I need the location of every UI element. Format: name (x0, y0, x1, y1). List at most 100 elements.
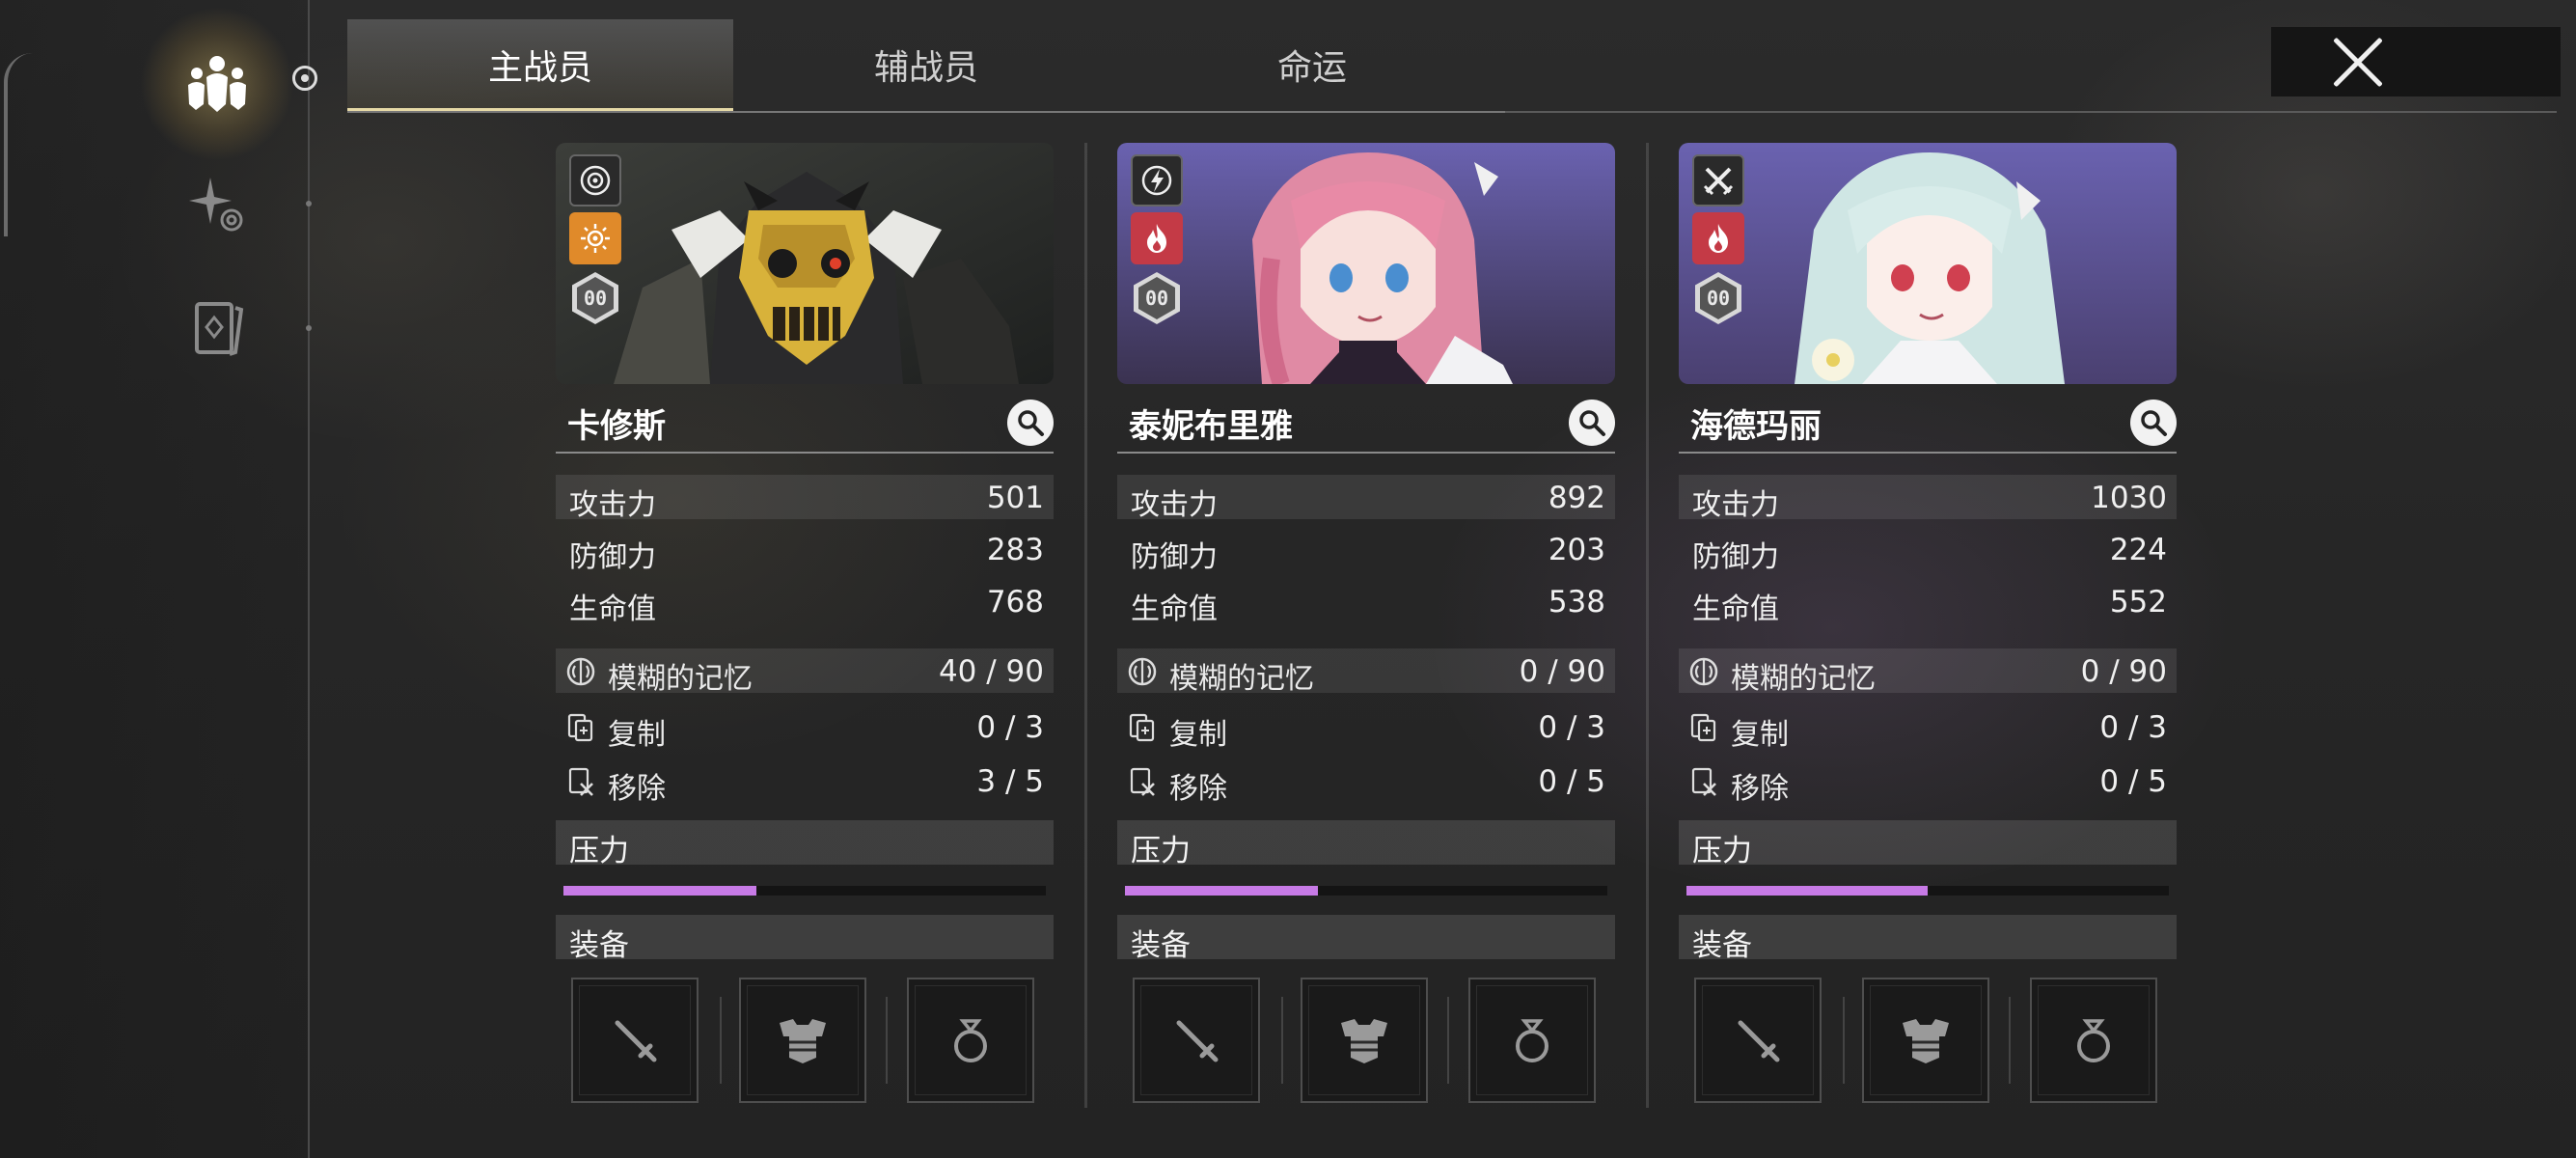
character-portrait[interactable]: 00 (1679, 143, 2177, 384)
magnifier-icon (1018, 410, 1044, 436)
tab-main-members[interactable]: 主战员 (347, 19, 733, 112)
stat-defense: 防御力 203 (1117, 527, 1615, 574)
stat-label: 攻击力 (1692, 488, 1779, 522)
armor-slot[interactable] (1301, 978, 1428, 1103)
armor-slot[interactable] (1862, 978, 1989, 1103)
sword-icon (615, 1020, 657, 1062)
stat-attack: 攻击力 892 (1117, 475, 1615, 522)
card-divider (1646, 143, 1649, 1108)
close-button[interactable] (2271, 27, 2561, 96)
character-card: 00 泰妮布里雅 攻击力 892 防御力 203 生命值 538 模糊的记忆 0 / 9… (1117, 143, 1615, 1108)
weapon-slot[interactable] (571, 978, 699, 1103)
weapon-slot[interactable] (1133, 978, 1260, 1103)
remove-card-icon (1691, 767, 1716, 796)
armor-icon (1341, 1019, 1387, 1063)
edge-decoration (4, 53, 33, 236)
pressure-bar (563, 886, 1046, 896)
stat-label: 复制 (608, 718, 666, 752)
sidebar-team-button[interactable] (140, 7, 294, 161)
character-card: 00 卡修斯 攻击力 501 防御力 283 生命值 768 模糊的记忆 40 / 90… (556, 143, 1054, 1108)
equipment-header: 装备 (1117, 915, 1615, 963)
stat-label: 移除 (1169, 772, 1227, 806)
role-badge (569, 154, 621, 207)
stat-label: 复制 (1169, 718, 1227, 752)
weapon-slot[interactable] (1694, 978, 1822, 1103)
character-card: 00 海德玛丽 攻击力 1030 防御力 224 生命值 552 模糊的记忆 0 / 9… (1679, 143, 2177, 1108)
stat-attack: 攻击力 501 (556, 475, 1054, 522)
stat-memory: 模糊的记忆 0 / 90 (1679, 648, 2177, 696)
sidebar (0, 0, 309, 1158)
stat-copy: 复制 0 / 3 (1117, 704, 1615, 752)
stat-value: 538 (1548, 585, 1605, 620)
magnifier-icon (2141, 410, 2167, 436)
name-row: 卡修斯 (556, 392, 1054, 454)
stat-label: 防御力 (1131, 540, 1218, 574)
sword-icon (1738, 1020, 1780, 1062)
stat-remove: 移除 0 / 5 (1679, 758, 2177, 806)
team-icon (188, 56, 246, 112)
rank-badge: 00 (569, 272, 621, 324)
accessory-slot[interactable] (2030, 978, 2157, 1103)
magnifier-icon (1579, 410, 1605, 436)
lightning-icon (1141, 165, 1172, 196)
copy-card-icon (1690, 713, 1716, 742)
accessory-slot[interactable] (907, 978, 1034, 1103)
character-portrait[interactable]: 00 (556, 143, 1054, 384)
stat-value: 0 / 3 (2099, 710, 2167, 745)
sun-icon (581, 224, 610, 253)
stat-value: 0 / 5 (2099, 764, 2167, 799)
sidebar-cards-button[interactable] (174, 285, 260, 372)
rank-badge: 00 (1131, 272, 1183, 324)
copy-card-icon (1129, 713, 1155, 742)
inspect-button[interactable] (1569, 400, 1615, 446)
card-divider (1084, 143, 1087, 1108)
stat-label: 生命值 (1692, 593, 1779, 626)
character-portrait[interactable]: 00 (1117, 143, 1615, 384)
stat-label: 攻击力 (1131, 488, 1218, 522)
stat-value: 3 / 5 (976, 764, 1044, 799)
element-badge (1692, 212, 1744, 264)
stat-remove: 移除 3 / 5 (556, 758, 1054, 806)
sidebar-dot (306, 325, 312, 331)
tab-support-members[interactable]: 辅战员 (733, 19, 1119, 110)
rank-label: 00 (577, 277, 614, 319)
armor-slot[interactable] (739, 978, 866, 1103)
stat-label: 生命值 (569, 593, 656, 626)
inspect-button[interactable] (2130, 400, 2177, 446)
element-badge (1131, 212, 1183, 264)
inspect-button[interactable] (1007, 400, 1054, 446)
section-label: 压力 (1692, 834, 1752, 868)
character-name: 泰妮布里雅 (1129, 407, 1293, 446)
accessory-slot[interactable] (1468, 978, 1596, 1103)
stat-label: 移除 (1731, 772, 1789, 806)
stat-hp: 生命值 768 (556, 579, 1054, 626)
stat-value: 0 / 90 (1519, 654, 1605, 689)
rank-badge: 00 (1692, 272, 1744, 324)
close-icon (2329, 33, 2387, 91)
brain-icon (566, 657, 595, 686)
stat-value: 0 / 90 (2080, 654, 2167, 689)
tab-fate[interactable]: 命运 (1119, 19, 1505, 110)
sidebar-indicator-icon (292, 66, 317, 91)
stat-defense: 防御力 283 (556, 527, 1054, 574)
character-art (1117, 143, 1615, 384)
remove-card-icon (1130, 767, 1155, 796)
pressure-header: 压力 (1679, 820, 2177, 868)
armor-icon (1903, 1019, 1949, 1063)
tab-underline (347, 111, 1505, 113)
stat-remove: 移除 0 / 5 (1117, 758, 1615, 806)
stat-defense: 防御力 224 (1679, 527, 2177, 574)
sparkle-spiral-icon (189, 178, 243, 232)
sidebar-skills-button[interactable] (174, 162, 260, 249)
stat-value: 203 (1548, 533, 1605, 567)
stat-hp: 生命值 552 (1679, 579, 2177, 626)
stat-label: 攻击力 (569, 488, 656, 522)
stat-label: 移除 (608, 772, 666, 806)
stat-value: 1030 (2091, 481, 2167, 515)
stat-attack: 攻击力 1030 (1679, 475, 2177, 522)
stat-hp: 生命值 538 (1117, 579, 1615, 626)
pressure-bar (1125, 886, 1607, 896)
stat-label: 防御力 (1692, 540, 1779, 574)
name-row: 海德玛丽 (1679, 392, 2177, 454)
stat-value: 40 / 90 (938, 654, 1044, 689)
